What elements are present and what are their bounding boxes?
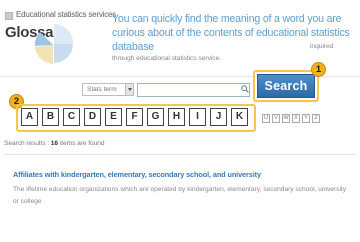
chevron-down-icon[interactable] bbox=[125, 84, 133, 95]
letter-j-button[interactable]: J bbox=[210, 108, 227, 126]
search-field[interactable] bbox=[137, 83, 250, 102]
pie-chart-icon bbox=[34, 23, 74, 64]
letter-b-button[interactable]: B bbox=[42, 108, 59, 126]
intro-sub-line: through educational statistics service. bbox=[112, 55, 222, 62]
term-type-value: Stats term bbox=[87, 86, 117, 93]
page-header: Educational statistics services Glossary… bbox=[0, 0, 360, 70]
letter-f-button[interactable]: F bbox=[126, 108, 143, 126]
letter-y-button[interactable]: Y bbox=[302, 114, 310, 123]
intro-inline: inquired bbox=[310, 43, 334, 50]
result-description: The lifetime education organizations whi… bbox=[13, 186, 347, 205]
search-input[interactable] bbox=[138, 89, 249, 102]
letter-x-button[interactable]: X bbox=[292, 114, 300, 123]
letter-e-button[interactable]: E bbox=[105, 108, 122, 126]
result-title-link[interactable]: Affiliates with kindergarten, elementary… bbox=[13, 170, 261, 179]
letter-d-button[interactable]: D bbox=[84, 108, 101, 126]
results-divider bbox=[4, 154, 356, 155]
results-prefix: Search results : bbox=[4, 140, 51, 147]
results-number: 16 bbox=[50, 140, 59, 147]
search-button[interactable]: Search bbox=[257, 74, 315, 98]
letter-a-button[interactable]: A bbox=[21, 108, 38, 126]
letter-c-button[interactable]: C bbox=[63, 108, 80, 126]
letter-g-button[interactable]: G bbox=[147, 108, 164, 126]
service-icon bbox=[5, 12, 13, 20]
results-suffix: items are found bbox=[58, 140, 105, 147]
letter-h-button[interactable]: H bbox=[168, 108, 185, 126]
letter-v-button[interactable]: V bbox=[272, 114, 280, 123]
search-icon[interactable] bbox=[241, 85, 249, 93]
results-count: Search results : 16 items are found bbox=[4, 140, 105, 147]
letter-w-button[interactable]: W bbox=[282, 114, 290, 123]
letter-i-button[interactable]: I bbox=[189, 108, 206, 126]
service-subtitle: Educational statistics services bbox=[16, 10, 117, 19]
letter-u-button[interactable]: U bbox=[262, 114, 270, 123]
term-type-select[interactable]: Stats term bbox=[82, 83, 134, 96]
letter-z-button[interactable]: Z bbox=[312, 114, 320, 123]
step-badge-1: 1 bbox=[311, 62, 326, 77]
letter-k-button[interactable]: K bbox=[231, 108, 248, 126]
